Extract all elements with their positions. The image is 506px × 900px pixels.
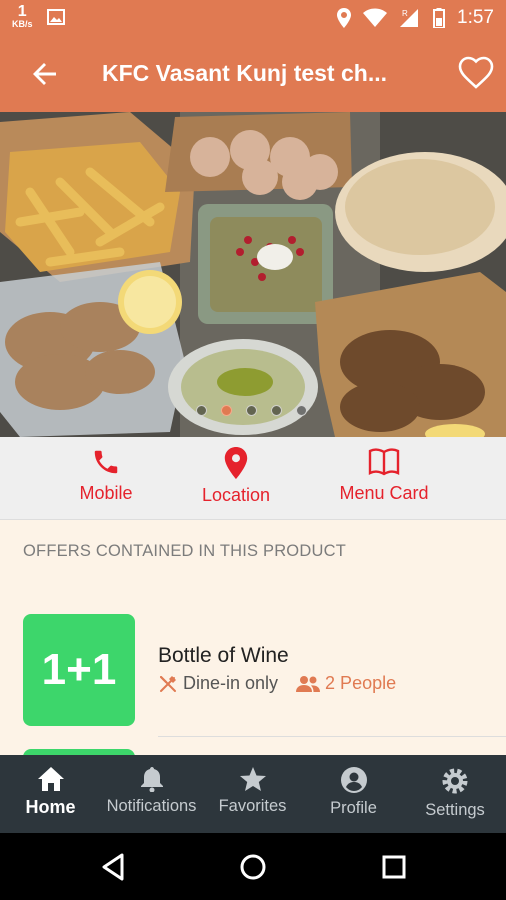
nav-profile-label: Profile [330,799,377,817]
dine-in-label: Dine-in only [183,673,279,693]
book-icon [368,448,400,476]
menu-card-label: Menu Card [339,483,429,503]
page-title: KFC Vasant Kunj test ch... [102,60,387,86]
people-icon [296,675,321,692]
bell-icon [140,767,163,792]
location-pin-icon [224,447,248,479]
offer-badge[interactable]: 1+1 [23,614,135,726]
mobile-button[interactable]: Mobile [66,447,146,504]
carousel-dot[interactable] [246,405,257,416]
carousel-dot[interactable] [271,405,282,416]
cutlery-icon [160,675,176,692]
nav-settings-label: Settings [425,801,485,819]
offers-section: OFFERS CONTAINED IN THIS PRODUCT 1+1 Bot… [0,520,506,755]
nav-profile[interactable]: Profile [303,755,404,833]
offer-meta: Dine-in only 2 People [158,673,396,694]
network-speed-unit: KB/s [12,19,33,29]
network-speed: 1 KB/s [12,4,33,29]
carousel-dot[interactable] [296,405,307,416]
nav-notifications[interactable]: Notifications [101,755,202,833]
home-icon [37,767,64,791]
wifi-icon [363,8,388,27]
offers-heading: OFFERS CONTAINED IN THIS PRODUCT [23,542,346,560]
gear-icon [442,768,468,794]
profile-icon [340,767,367,793]
people-label: 2 People [325,673,397,693]
system-recents-icon[interactable] [376,849,412,885]
network-speed-value: 1 [17,3,27,20]
carousel-indicator [196,405,307,416]
dine-in-info: Dine-in only [158,673,278,694]
nav-notifications-label: Notifications [106,797,197,815]
svg-text:R: R [402,9,408,18]
system-home-icon[interactable] [235,849,271,885]
signal-icon: R [400,9,419,27]
location-button[interactable]: Location [186,447,286,506]
back-arrow-icon[interactable] [30,59,60,89]
system-back-icon[interactable] [96,849,132,885]
menu-card-button[interactable]: Menu Card [326,447,442,504]
clock: 1:57 [457,7,494,28]
food-photo-illustration [0,112,506,437]
app-bar: KFC Vasant Kunj test ch... [0,34,506,112]
restaurant-photo[interactable] [0,112,506,437]
contact-actions: Mobile Location Menu Card [0,437,506,520]
nav-home[interactable]: Home [0,755,101,833]
nav-settings[interactable]: Settings [404,755,506,833]
system-navigation-bar [0,833,506,900]
location-label: Location [201,485,271,505]
bottom-navigation: Home Notifications Favorites Profile Set… [0,755,506,833]
status-bar: 1 KB/s R 1:57 [0,0,506,34]
nav-home-label: Home [25,797,76,817]
people-info: 2 People [296,673,396,694]
offer-title[interactable]: Bottle of Wine [158,644,289,668]
mobile-label: Mobile [79,483,133,503]
nav-favorites-label: Favorites [218,797,287,815]
star-icon [239,767,266,791]
heart-outline-icon[interactable] [458,56,494,90]
divider [158,736,506,737]
nav-favorites[interactable]: Favorites [202,755,303,833]
location-icon [337,8,352,28]
battery-icon [433,8,446,28]
carousel-dot[interactable] [196,405,207,416]
phone-icon [94,450,118,474]
image-icon [46,8,65,25]
carousel-dot-active[interactable] [221,405,232,416]
